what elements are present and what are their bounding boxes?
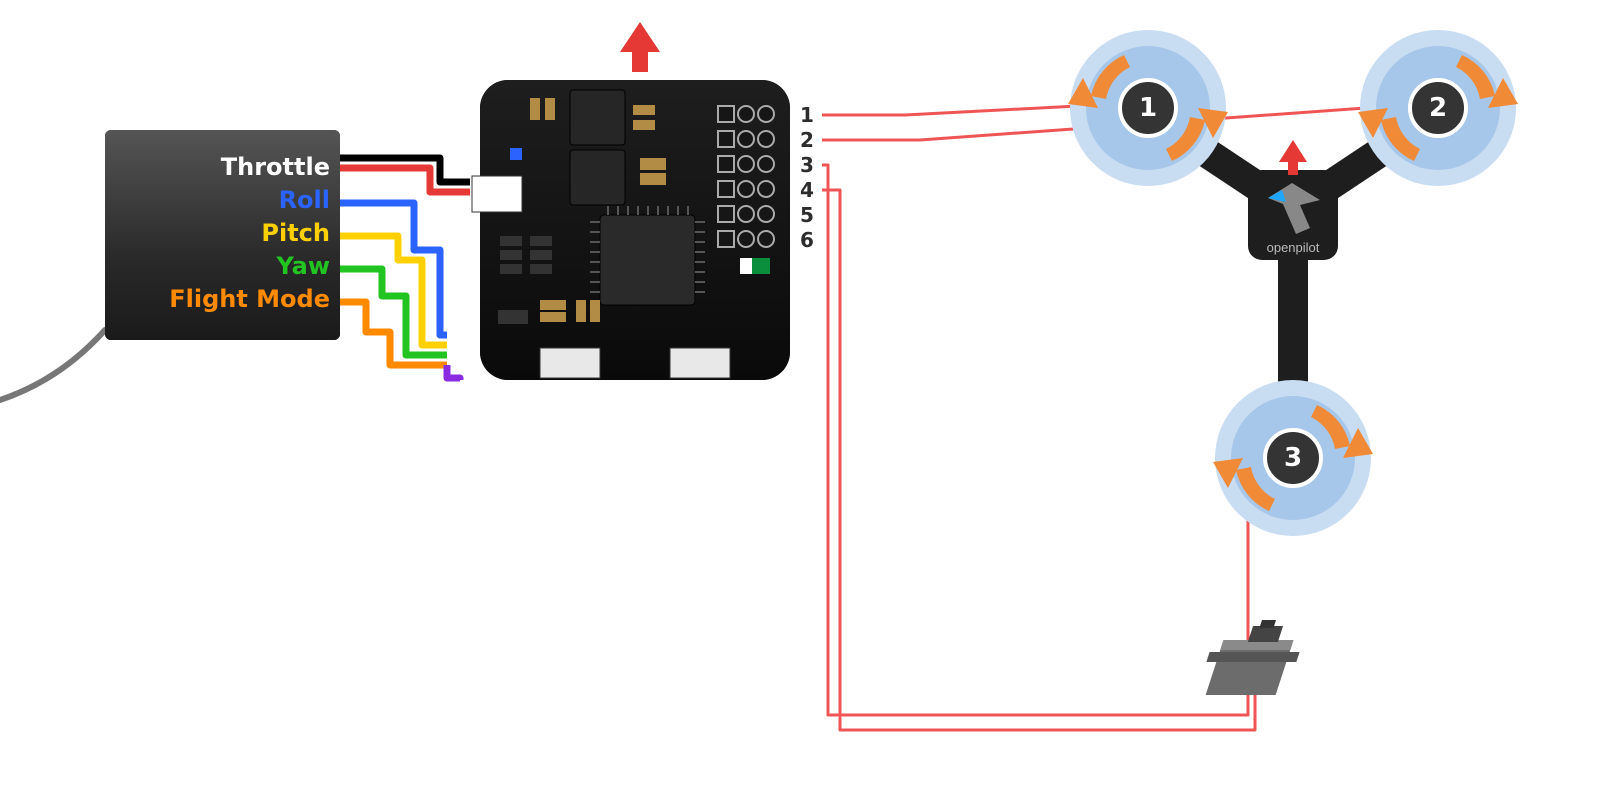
svg-text:2: 2 bbox=[1429, 93, 1447, 123]
receiver: Throttle Roll Pitch Yaw Flight Mode bbox=[105, 130, 340, 340]
rx-channel-roll: Roll bbox=[279, 186, 330, 214]
servo-icon bbox=[1196, 620, 1310, 695]
output-pin-3: 3 bbox=[800, 153, 814, 177]
output-pin-1: 1 bbox=[800, 103, 814, 127]
forward-arrow-icon bbox=[620, 22, 660, 72]
motor-3: 3 bbox=[1213, 380, 1373, 536]
hub-forward-arrow-icon bbox=[1279, 140, 1307, 175]
output-pin-6: 6 bbox=[800, 228, 814, 252]
output-pin-5: 5 bbox=[800, 203, 814, 227]
output-pin-4: 4 bbox=[800, 178, 814, 202]
output-pin-2: 2 bbox=[800, 128, 814, 152]
rx-channel-pitch: Pitch bbox=[261, 219, 330, 247]
antenna-icon bbox=[0, 330, 105, 400]
tricopter: openpilot bbox=[1068, 30, 1518, 695]
svg-text:1: 1 bbox=[1139, 93, 1157, 123]
brand-label: openpilot bbox=[1267, 240, 1320, 255]
input-wires bbox=[340, 158, 470, 380]
svg-text:3: 3 bbox=[1284, 443, 1302, 473]
flight-controller: 1 2 3 4 5 6 bbox=[472, 22, 814, 380]
rx-channel-flightmode: Flight Mode bbox=[169, 285, 330, 313]
rx-channel-yaw: Yaw bbox=[275, 252, 330, 280]
rx-channel-throttle: Throttle bbox=[221, 153, 330, 181]
